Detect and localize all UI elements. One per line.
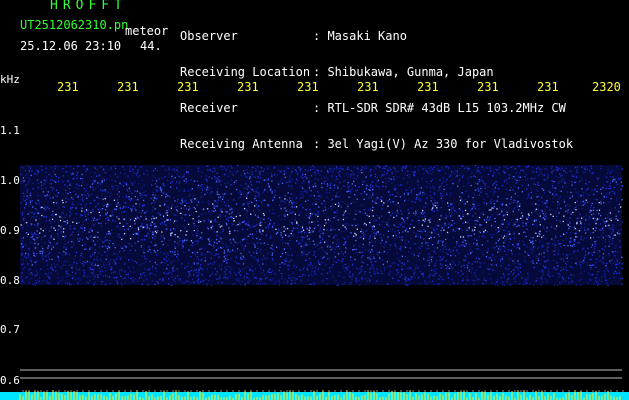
info-value-receiver: : RTL-SDR SDR# 43dB L15 103.2MHz CW bbox=[313, 101, 566, 115]
time-tick: 231 bbox=[537, 80, 559, 94]
info-label-receiver: Receiver bbox=[180, 101, 238, 115]
noise-band bbox=[20, 165, 624, 287]
info-value-antenna: : 3el Yagi(V) Az 330 for Vladivostok bbox=[313, 137, 574, 151]
info-value-observer: : Masaki Kano bbox=[313, 29, 407, 43]
time-tick: 231 bbox=[57, 80, 79, 94]
time-tick: 231 bbox=[177, 80, 199, 94]
freq-tick: 0.7 bbox=[0, 323, 20, 336]
time-tick: 231 bbox=[357, 80, 379, 94]
freq-tick: 0.6 bbox=[0, 374, 20, 387]
time-tick: 231 bbox=[417, 80, 439, 94]
time-tick: 231 bbox=[117, 80, 139, 94]
freq-tick: 1.0 bbox=[0, 174, 20, 187]
info-values: : Masaki Kano : Shibukawa, Gunma, Japan … bbox=[313, 6, 573, 162]
info-value-location: : Shibukawa, Gunma, Japan bbox=[313, 65, 494, 79]
freq-tick: 0.9 bbox=[0, 224, 20, 237]
time-tick: 231 bbox=[297, 80, 319, 94]
time-tick: 231 bbox=[237, 80, 259, 94]
datetime: 25.12.06 23:10 bbox=[20, 39, 122, 53]
mode-label: meteor bbox=[125, 24, 169, 38]
info-label-antenna: Receiving Antenna bbox=[180, 137, 303, 151]
file-name: UT2512062310.pn bbox=[20, 18, 129, 32]
frequency-unit-label: kHz bbox=[0, 73, 20, 86]
freq-tick: 1.1 bbox=[0, 124, 20, 137]
info-label-observer: Observer bbox=[180, 29, 238, 43]
time-tick: 2320 bbox=[592, 80, 621, 94]
baseline-spikes bbox=[19, 390, 621, 400]
time-tick: 231 bbox=[477, 80, 499, 94]
event-count: 44. bbox=[140, 39, 162, 53]
app-title: HROFFT bbox=[50, 0, 127, 13]
freq-tick: 0.8 bbox=[0, 274, 20, 287]
info-label-location: Receiving Location bbox=[180, 65, 311, 79]
